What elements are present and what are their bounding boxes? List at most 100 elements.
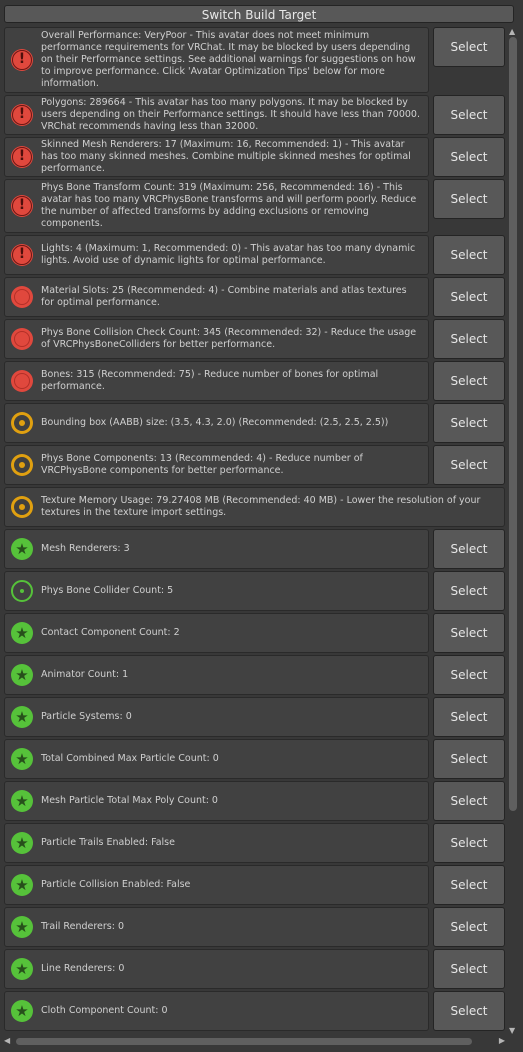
- select-button[interactable]: Select: [433, 361, 505, 401]
- performance-row: Bones: 315 (Recommended: 75) - Reduce nu…: [4, 361, 505, 401]
- performance-row: Bounding box (AABB) size: (3.5, 4.3, 2.0…: [4, 403, 505, 443]
- performance-row: Polygons: 289664 - This avatar has too m…: [4, 95, 505, 135]
- performance-row: Phys Bone Collision Check Count: 345 (Re…: [4, 319, 505, 359]
- poor-icon: [11, 328, 33, 350]
- performance-message-text: Trail Renderers: 0: [41, 921, 125, 932]
- horizontal-scrollbar[interactable]: ◀ ▶: [4, 1036, 505, 1046]
- performance-row: Mesh Renderers: 3 Select: [4, 529, 505, 569]
- select-button[interactable]: Select: [433, 655, 505, 695]
- performance-message-text: Mesh Renderers: 3: [41, 543, 130, 554]
- performance-row: Trail Renderers: 0 Select: [4, 907, 505, 947]
- performance-message-text: Material Slots: 25 (Recommended: 4) - Co…: [41, 285, 410, 308]
- select-button[interactable]: Select: [433, 907, 505, 947]
- performance-message-text: Bounding box (AABB) size: (3.5, 4.3, 2.0…: [41, 417, 389, 428]
- excellent-star-icon: [11, 874, 33, 896]
- very-poor-icon: [11, 104, 33, 126]
- excellent-star-icon: [11, 790, 33, 812]
- performance-row: Mesh Particle Total Max Poly Count: 0 Sel…: [4, 781, 505, 821]
- performance-message-text: Bones: 315 (Recommended: 75) - Reduce nu…: [41, 369, 382, 392]
- poor-icon: [11, 370, 33, 392]
- select-button[interactable]: Select: [433, 403, 505, 443]
- performance-row: Phys Bone Transform Count: 319 (Maximum:…: [4, 179, 505, 233]
- select-button[interactable]: Select: [433, 613, 505, 653]
- select-button[interactable]: Select: [433, 991, 505, 1031]
- performance-row: Particle Systems: 0 Select: [4, 697, 505, 737]
- select-button[interactable]: Select: [433, 571, 505, 611]
- scroll-right-arrow-icon[interactable]: ▶: [499, 1036, 505, 1045]
- performance-message-text: Mesh Particle Total Max Poly Count: 0: [41, 795, 218, 806]
- performance-message-box: Texture Memory Usage: 79.27408 MB (Recom…: [4, 487, 505, 527]
- performance-message-box: Bones: 315 (Recommended: 75) - Reduce nu…: [4, 361, 429, 401]
- switch-build-target-button[interactable]: Switch Build Target: [4, 5, 514, 23]
- select-button[interactable]: Select: [433, 319, 505, 359]
- performance-message-text: Total Combined Max Particle Count: 0: [41, 753, 219, 764]
- select-button[interactable]: Select: [433, 179, 505, 219]
- very-poor-icon: [11, 195, 33, 217]
- select-button[interactable]: Select: [433, 27, 505, 67]
- performance-row: Material Slots: 25 (Recommended: 4) - Co…: [4, 277, 505, 317]
- performance-message-text: Phys Bone Transform Count: 319 (Maximum:…: [41, 182, 420, 229]
- performance-row: Cloth Component Count: 0 Select: [4, 991, 505, 1031]
- performance-message-box: Contact Component Count: 2: [4, 613, 429, 653]
- performance-message-text: Cloth Component Count: 0: [41, 1005, 168, 1016]
- select-button[interactable]: Select: [433, 739, 505, 779]
- excellent-star-icon: [11, 1000, 33, 1022]
- select-button[interactable]: Select: [433, 529, 505, 569]
- performance-row: Total Combined Max Particle Count: 0 Sele…: [4, 739, 505, 779]
- excellent-star-icon: [11, 622, 33, 644]
- performance-message-box: Trail Renderers: 0: [4, 907, 429, 947]
- performance-message-text: Animator Count: 1: [41, 669, 129, 680]
- select-button[interactable]: Select: [433, 445, 505, 485]
- good-icon: [11, 580, 33, 602]
- medium-icon: [11, 412, 33, 434]
- very-poor-icon: [11, 49, 33, 71]
- performance-message-text: Particle Collision Enabled: False: [41, 879, 191, 890]
- performance-message-text: Phys Bone Components: 13 (Recommended: 4…: [41, 453, 366, 476]
- select-button[interactable]: Select: [433, 781, 505, 821]
- performance-row: Animator Count: 1 Select: [4, 655, 505, 695]
- performance-message-text: Overall Performance: VeryPoor - This ava…: [41, 30, 419, 89]
- select-button[interactable]: Select: [433, 823, 505, 863]
- performance-message-box: Overall Performance: VeryPoor - This ava…: [4, 27, 429, 93]
- performance-message-text: Line Renderers: 0: [41, 963, 125, 974]
- performance-message-text: Phys Bone Collider Count: 5: [41, 585, 174, 596]
- performance-message-text: Polygons: 289664 - This avatar has too m…: [41, 97, 424, 132]
- poor-icon: [11, 286, 33, 308]
- performance-message-box: Polygons: 289664 - This avatar has too m…: [4, 95, 429, 135]
- select-button[interactable]: Select: [433, 697, 505, 737]
- performance-row: Phys Bone Collider Count: 5 Select: [4, 571, 505, 611]
- performance-stats-list: Overall Performance: VeryPoor - This ava…: [4, 27, 505, 1035]
- performance-row: Phys Bone Components: 13 (Recommended: 4…: [4, 445, 505, 485]
- performance-message-box: Particle Systems: 0: [4, 697, 429, 737]
- scroll-left-arrow-icon[interactable]: ◀: [4, 1036, 10, 1045]
- performance-message-box: Lights: 4 (Maximum: 1, Recommended: 0) -…: [4, 235, 429, 275]
- select-button[interactable]: Select: [433, 95, 505, 135]
- performance-message-box: Mesh Renderers: 3: [4, 529, 429, 569]
- performance-message-box: Phys Bone Transform Count: 319 (Maximum:…: [4, 179, 429, 233]
- vertical-scroll-thumb[interactable]: [509, 37, 517, 811]
- performance-message-box: Mesh Particle Total Max Poly Count: 0: [4, 781, 429, 821]
- scroll-down-arrow-icon[interactable]: ▼: [509, 1026, 515, 1035]
- select-button[interactable]: Select: [433, 235, 505, 275]
- performance-message-box: Particle Trails Enabled: False: [4, 823, 429, 863]
- select-button[interactable]: Select: [433, 137, 505, 177]
- performance-message-box: Bounding box (AABB) size: (3.5, 4.3, 2.0…: [4, 403, 429, 443]
- performance-message-box: Particle Collision Enabled: False: [4, 865, 429, 905]
- select-button[interactable]: Select: [433, 865, 505, 905]
- excellent-star-icon: [11, 958, 33, 980]
- performance-message-box: Material Slots: 25 (Recommended: 4) - Co…: [4, 277, 429, 317]
- performance-message-box: Line Renderers: 0: [4, 949, 429, 989]
- excellent-star-icon: [11, 748, 33, 770]
- performance-row: Particle Trails Enabled: False Select: [4, 823, 505, 863]
- select-button[interactable]: Select: [433, 277, 505, 317]
- performance-row: Line Renderers: 0 Select: [4, 949, 505, 989]
- scroll-up-arrow-icon[interactable]: ▲: [509, 27, 515, 36]
- horizontal-scroll-thumb[interactable]: [16, 1038, 472, 1045]
- performance-message-text: Texture Memory Usage: 79.27408 MB (Recom…: [41, 495, 484, 518]
- performance-row: Overall Performance: VeryPoor - This ava…: [4, 27, 505, 93]
- performance-row: Particle Collision Enabled: False Select: [4, 865, 505, 905]
- performance-message-box: Phys Bone Collision Check Count: 345 (Re…: [4, 319, 429, 359]
- vertical-scrollbar[interactable]: ▲ ▼: [507, 27, 519, 1035]
- select-button[interactable]: Select: [433, 949, 505, 989]
- medium-icon: [11, 454, 33, 476]
